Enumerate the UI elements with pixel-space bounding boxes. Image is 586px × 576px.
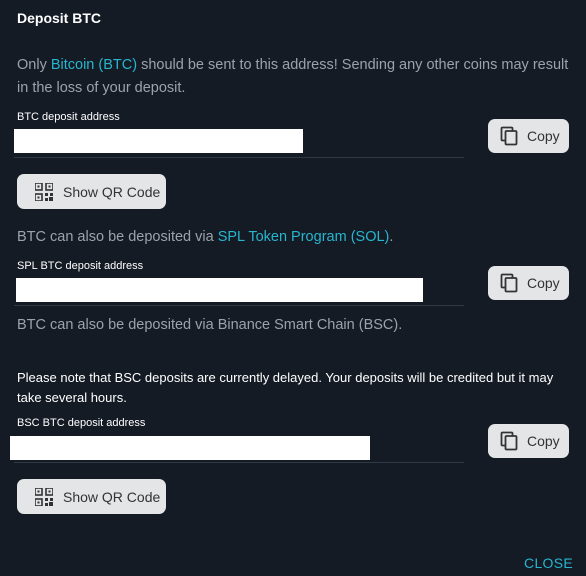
bsc-show-qr-button[interactable]: Show QR Code (17, 479, 166, 514)
qr-label: Show QR Code (63, 488, 161, 505)
copy-icon (500, 126, 518, 146)
bsc-address-field[interactable] (10, 436, 370, 460)
divider (14, 462, 464, 463)
spl-info-prefix: BTC can also be deposited via (17, 229, 218, 245)
intro-prefix: Only (17, 57, 51, 73)
qr-code-icon (35, 182, 53, 201)
btc-copy-button[interactable]: Copy (488, 119, 569, 153)
qr-label: Show QR Code (63, 183, 161, 200)
spl-token-link[interactable]: SPL Token Program (SOL) (218, 229, 390, 245)
spl-info: BTC can also be deposited via SPL Token … (17, 226, 572, 249)
btc-address-field[interactable] (14, 129, 303, 153)
spl-info-suffix: . (389, 229, 394, 245)
spl-address-field[interactable] (16, 278, 423, 302)
close-button[interactable]: CLOSE (524, 555, 573, 571)
copy-icon (500, 431, 518, 451)
spl-copy-button[interactable]: Copy (488, 266, 569, 300)
divider (14, 305, 464, 306)
spl-address-label: SPL BTC deposit address (17, 260, 144, 272)
bsc-delay-note: Please note that BSC deposits are curren… (17, 370, 554, 405)
bsc-address-label: BSC BTC deposit address (17, 417, 146, 429)
copy-label: Copy (527, 433, 560, 449)
qr-code-icon (35, 487, 53, 506)
btc-address-label: BTC deposit address (17, 111, 120, 123)
bitcoin-link[interactable]: Bitcoin (BTC) (51, 57, 137, 73)
copy-label: Copy (527, 275, 560, 291)
bsc-copy-button[interactable]: Copy (488, 424, 569, 458)
copy-icon (500, 273, 518, 293)
btc-show-qr-button[interactable]: Show QR Code (17, 174, 166, 209)
intro-warning: Only Bitcoin (BTC) should be sent to thi… (17, 54, 572, 100)
dialog-title: Deposit BTC (17, 10, 101, 26)
bsc-info: BTC can also be deposited via Binance Sm… (17, 317, 403, 333)
copy-label: Copy (527, 128, 560, 144)
divider (14, 157, 464, 158)
